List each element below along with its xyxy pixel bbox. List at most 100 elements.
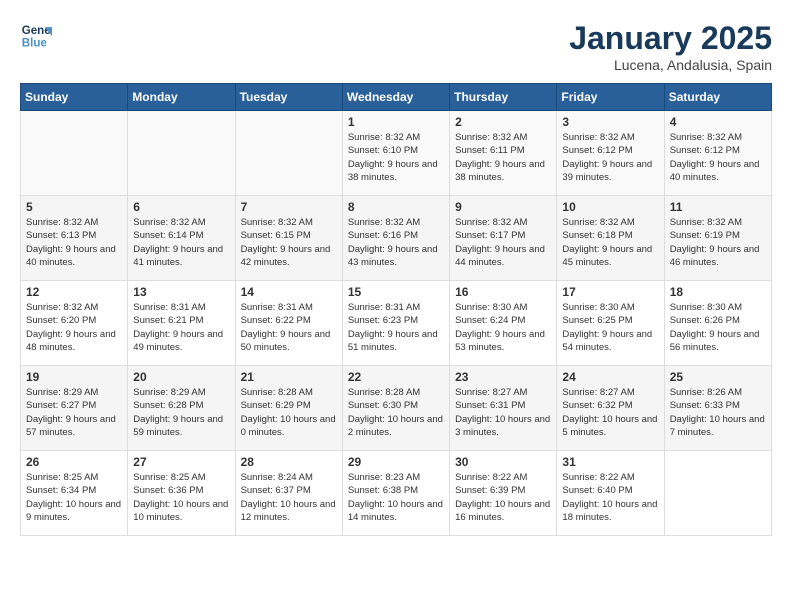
calendar-cell: 7 Sunrise: 8:32 AM Sunset: 6:15 PM Daylig… [235,196,342,281]
weekday-header-saturday: Saturday [664,84,771,111]
day-number: 6 [133,200,229,214]
day-info: Sunrise: 8:32 AM Sunset: 6:17 PM Dayligh… [455,216,551,269]
day-number: 19 [26,370,122,384]
weekday-header-tuesday: Tuesday [235,84,342,111]
calendar-cell [235,111,342,196]
calendar-cell: 8 Sunrise: 8:32 AM Sunset: 6:16 PM Daylig… [342,196,449,281]
day-info: Sunrise: 8:28 AM Sunset: 6:30 PM Dayligh… [348,386,444,439]
calendar-week-row: 19 Sunrise: 8:29 AM Sunset: 6:27 PM Dayli… [21,366,772,451]
calendar-cell: 23 Sunrise: 8:27 AM Sunset: 6:31 PM Dayli… [450,366,557,451]
calendar-cell: 20Sunrise: 8:29 AM Sunset: 6:28 PM Dayli… [128,366,235,451]
day-number: 8 [348,200,444,214]
header: General Blue January 2025 Lucena, Andalu… [20,20,772,73]
day-info: Sunrise: 8:30 AM Sunset: 6:25 PM Dayligh… [562,301,658,354]
calendar-week-row: 1Sunrise: 8:32 AM Sunset: 6:10 PM Daylig… [21,111,772,196]
calendar-cell [128,111,235,196]
calendar-cell: 26 Sunrise: 8:25 AM Sunset: 6:34 PM Dayli… [21,451,128,536]
day-number: 11 [670,200,766,214]
calendar-cell: 15 Sunrise: 8:31 AM Sunset: 6:23 PM Dayli… [342,281,449,366]
day-number: 30 [455,455,551,469]
day-info: Sunrise: 8:27 AM Sunset: 6:32 PM Dayligh… [562,386,658,439]
day-info: Sunrise: 8:32 AM Sunset: 6:20 PM Dayligh… [26,301,122,354]
calendar-cell: 3Sunrise: 8:32 AM Sunset: 6:12 PM Daylig… [557,111,664,196]
day-info: Sunrise: 8:25 AM Sunset: 6:36 PM Dayligh… [133,471,229,524]
title-area: January 2025 Lucena, Andalusia, Spain [569,20,772,73]
svg-text:Blue: Blue [22,38,48,50]
day-info: Sunrise: 8:25 AM Sunset: 6:34 PM Dayligh… [26,471,122,524]
calendar-cell: 10 Sunrise: 8:32 AM Sunset: 6:18 PM Dayli… [557,196,664,281]
month-title: January 2025 [569,20,772,57]
day-info: Sunrise: 8:27 AM Sunset: 6:31 PM Dayligh… [455,386,551,439]
day-number: 15 [348,285,444,299]
day-number: 9 [455,200,551,214]
day-info: Sunrise: 8:32 AM Sunset: 6:12 PM Dayligh… [562,131,658,184]
day-info: Sunrise: 8:32 AM Sunset: 6:12 PM Dayligh… [670,131,766,184]
calendar-cell: 1Sunrise: 8:32 AM Sunset: 6:10 PM Daylig… [342,111,449,196]
day-info: Sunrise: 8:29 AM Sunset: 6:28 PM Dayligh… [133,386,229,439]
logo-icon: General Blue [20,20,52,52]
day-number: 7 [241,200,337,214]
day-info: Sunrise: 8:23 AM Sunset: 6:38 PM Dayligh… [348,471,444,524]
day-info: Sunrise: 8:22 AM Sunset: 6:40 PM Dayligh… [562,471,658,524]
weekday-header-row: SundayMondayTuesdayWednesdayThursdayFrid… [21,84,772,111]
day-info: Sunrise: 8:26 AM Sunset: 6:33 PM Dayligh… [670,386,766,439]
day-number: 25 [670,370,766,384]
calendar-cell: 12 Sunrise: 8:32 AM Sunset: 6:20 PM Dayli… [21,281,128,366]
day-number: 18 [670,285,766,299]
day-number: 24 [562,370,658,384]
calendar-cell: 29 Sunrise: 8:23 AM Sunset: 6:38 PM Dayli… [342,451,449,536]
day-number: 26 [26,455,122,469]
day-number: 5 [26,200,122,214]
day-info: Sunrise: 8:31 AM Sunset: 6:21 PM Dayligh… [133,301,229,354]
calendar-cell: 19 Sunrise: 8:29 AM Sunset: 6:27 PM Dayli… [21,366,128,451]
weekday-header-friday: Friday [557,84,664,111]
day-info: Sunrise: 8:32 AM Sunset: 6:13 PM Dayligh… [26,216,122,269]
day-number: 10 [562,200,658,214]
calendar-cell: 22 Sunrise: 8:28 AM Sunset: 6:30 PM Dayli… [342,366,449,451]
calendar-cell: 9 Sunrise: 8:32 AM Sunset: 6:17 PM Daylig… [450,196,557,281]
day-info: Sunrise: 8:31 AM Sunset: 6:23 PM Dayligh… [348,301,444,354]
day-info: Sunrise: 8:32 AM Sunset: 6:16 PM Dayligh… [348,216,444,269]
day-number: 16 [455,285,551,299]
calendar-cell: 28 Sunrise: 8:24 AM Sunset: 6:37 PM Dayli… [235,451,342,536]
calendar-week-row: 26 Sunrise: 8:25 AM Sunset: 6:34 PM Dayli… [21,451,772,536]
day-info: Sunrise: 8:32 AM Sunset: 6:10 PM Dayligh… [348,131,444,184]
calendar-cell: 14Sunrise: 8:31 AM Sunset: 6:22 PM Dayli… [235,281,342,366]
day-info: Sunrise: 8:32 AM Sunset: 6:18 PM Dayligh… [562,216,658,269]
day-info: Sunrise: 8:32 AM Sunset: 6:14 PM Dayligh… [133,216,229,269]
day-info: Sunrise: 8:30 AM Sunset: 6:26 PM Dayligh… [670,301,766,354]
day-info: Sunrise: 8:30 AM Sunset: 6:24 PM Dayligh… [455,301,551,354]
calendar-week-row: 5 Sunrise: 8:32 AM Sunset: 6:13 PM Daylig… [21,196,772,281]
day-number: 4 [670,115,766,129]
day-number: 14 [241,285,337,299]
calendar-cell: 6 Sunrise: 8:32 AM Sunset: 6:14 PM Daylig… [128,196,235,281]
day-info: Sunrise: 8:32 AM Sunset: 6:11 PM Dayligh… [455,131,551,184]
day-number: 22 [348,370,444,384]
day-info: Sunrise: 8:32 AM Sunset: 6:15 PM Dayligh… [241,216,337,269]
logo: General Blue [20,20,52,52]
calendar-cell: 4 Sunrise: 8:32 AM Sunset: 6:12 PM Daylig… [664,111,771,196]
day-number: 12 [26,285,122,299]
day-number: 29 [348,455,444,469]
calendar-cell: 5 Sunrise: 8:32 AM Sunset: 6:13 PM Daylig… [21,196,128,281]
day-info: Sunrise: 8:32 AM Sunset: 6:19 PM Dayligh… [670,216,766,269]
day-number: 27 [133,455,229,469]
calendar-cell [664,451,771,536]
calendar-cell: 16 Sunrise: 8:30 AM Sunset: 6:24 PM Dayli… [450,281,557,366]
day-number: 23 [455,370,551,384]
day-info: Sunrise: 8:29 AM Sunset: 6:27 PM Dayligh… [26,386,122,439]
day-number: 17 [562,285,658,299]
day-info: Sunrise: 8:22 AM Sunset: 6:39 PM Dayligh… [455,471,551,524]
calendar-cell: 24 Sunrise: 8:27 AM Sunset: 6:32 PM Dayli… [557,366,664,451]
day-info: Sunrise: 8:28 AM Sunset: 6:29 PM Dayligh… [241,386,337,439]
day-number: 2 [455,115,551,129]
day-number: 28 [241,455,337,469]
svg-text:General: General [22,25,52,37]
day-info: Sunrise: 8:24 AM Sunset: 6:37 PM Dayligh… [241,471,337,524]
calendar-cell: 18 Sunrise: 8:30 AM Sunset: 6:26 PM Dayli… [664,281,771,366]
calendar-cell: 13Sunrise: 8:31 AM Sunset: 6:21 PM Dayli… [128,281,235,366]
weekday-header-monday: Monday [128,84,235,111]
calendar-week-row: 12 Sunrise: 8:32 AM Sunset: 6:20 PM Dayli… [21,281,772,366]
location-title: Lucena, Andalusia, Spain [569,57,772,73]
calendar-cell: 2 Sunrise: 8:32 AM Sunset: 6:11 PM Daylig… [450,111,557,196]
